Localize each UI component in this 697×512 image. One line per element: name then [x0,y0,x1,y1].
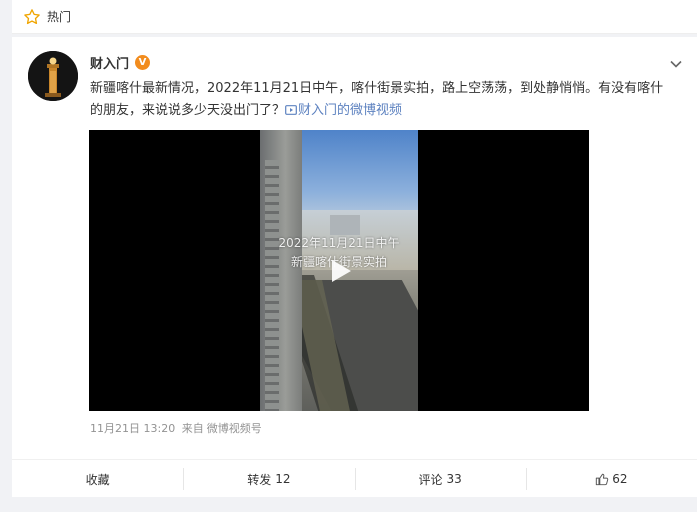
action-bar: 收藏 转发 12 评论 33 62 [12,459,697,498]
author-name[interactable]: 财入门 [90,53,129,72]
video-link-label[interactable]: 财入门的微博视频 [298,103,402,118]
post-meta: 11月21日 13:20 来自 微博视频号 [90,420,262,436]
timestamp[interactable]: 11月21日 13:20 [90,422,175,435]
verified-badge: V [135,55,151,70]
post-text: 新疆喀什最新情况，2022年11月21日中午，喀什街景实拍，路上空荡荡，到处静悄… [90,78,665,122]
comment-label: 评论 [418,472,443,487]
repost-count: 12 [275,472,291,486]
like-count: 62 [612,472,628,486]
like-button[interactable]: 62 [525,460,697,498]
chevron-down-icon[interactable] [669,57,683,71]
repost-label: 转发 [247,472,272,487]
star-icon [24,8,40,24]
comment-button[interactable]: 评论 33 [354,460,526,498]
favorite-label: 收藏 [85,472,110,487]
avatar[interactable] [28,51,78,101]
video-player[interactable]: 2022年11月21日中午 新疆喀什街景实拍 [89,130,589,411]
video-link-icon [285,105,297,115]
lighthouse-icon [28,51,78,101]
hot-bar: 热门 [12,0,697,34]
video-caption-line1: 2022年11月21日中午 [278,236,400,250]
thumbs-up-icon [596,473,609,486]
video-link[interactable]: 财入门的微博视频 [285,103,402,118]
hot-label[interactable]: 热门 [47,8,71,25]
favorite-button[interactable]: 收藏 [12,460,183,498]
source-link[interactable]: 微博视频号 [207,422,262,435]
repost-button[interactable]: 转发 12 [183,460,354,498]
play-icon[interactable] [323,255,355,287]
post-card: 财入门 V 新疆喀什最新情况，2022年11月21日中午，喀什街景实拍，路上空荡… [12,37,697,497]
comment-count: 33 [446,472,462,486]
source-prefix: 来自 [181,422,204,435]
